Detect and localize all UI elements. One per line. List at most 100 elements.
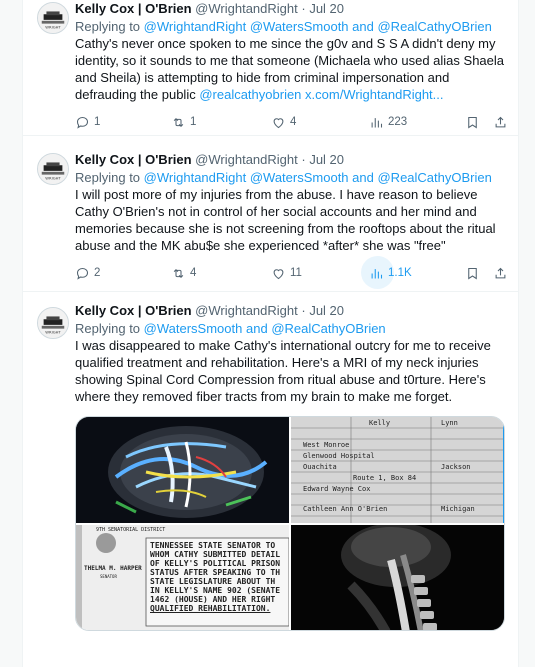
tweet-text: I will post more of my injuries from the…: [75, 186, 505, 254]
senator-letter-image[interactable]: 9TH SENATORIAL DISTRICT TENNESSEE STATE …: [76, 525, 289, 630]
author-name[interactable]: Kelly Cox | O'Brien: [75, 1, 192, 16]
like-button[interactable]: 11: [271, 263, 302, 283]
timeline-column: WRIGHT Kelly Cox | O'Brien @WrightandRig…: [22, 0, 519, 667]
brain-scan-image[interactable]: [76, 417, 289, 523]
letter-signatory: THELMA M. HARPER: [84, 565, 142, 572]
separator-dot: ·: [301, 152, 306, 167]
birth-certificate-image[interactable]: Kelly Lynn West Monroe Glenwood Hospital…: [291, 417, 504, 523]
tweet-content: Kelly Cox | O'Brien @WrightandRight · Ju…: [75, 302, 505, 405]
tweet-date[interactable]: Jul 20: [309, 152, 344, 167]
tweet-text-line: and Sheila) is attempting to hide from c…: [75, 70, 450, 85]
reply-mention-links[interactable]: @WrightandRight @WatersSmooth: [144, 170, 349, 185]
tweet-links[interactable]: @realcathyobrien x.com/WrightandRight...: [199, 87, 443, 102]
reply-mention-links[interactable]: @WrightandRight @WatersSmooth: [144, 19, 349, 34]
tweet-text-line: qualified treatment and rehabilitation. …: [75, 355, 479, 370]
brain-fiber-tract-icon: [76, 417, 289, 523]
letter-text: IN KELLY'S NAME 902 (SENATE: [150, 586, 281, 595]
share-icon: [495, 116, 506, 127]
views-icon: [371, 117, 383, 127]
tweet-header: Kelly Cox | O'Brien @WrightandRight · Ju…: [75, 151, 505, 168]
bookmark-icon: [468, 267, 477, 279]
repost-button[interactable]: 4: [171, 263, 196, 283]
letter-text: TENNESSEE STATE SENATOR TO: [150, 541, 276, 550]
separator-dot: ·: [301, 303, 306, 318]
reply-button[interactable]: 1: [75, 112, 100, 132]
bookmark-button[interactable]: [465, 263, 484, 283]
repost-count: 4: [190, 267, 197, 279]
share-button[interactable]: [493, 263, 512, 283]
like-icon: [273, 268, 284, 279]
tweet-text-segment: defrauding the public: [75, 87, 196, 102]
tweet-text: I was disappeared to make Cathy's intern…: [75, 337, 505, 405]
svg-text:WRIGHT: WRIGHT: [45, 25, 61, 29]
tweet-header: Kelly Cox | O'Brien @WrightandRight · Ju…: [75, 0, 505, 17]
reply-mention-link[interactable]: @RealCathyOBrien: [271, 321, 385, 336]
avatar[interactable]: WRIGHT: [37, 2, 69, 34]
document-text: Glenwood Hospital: [303, 452, 375, 460]
author-handle[interactable]: @WrightandRight: [195, 303, 298, 318]
author-handle[interactable]: @WrightandRight: [195, 152, 298, 167]
repost-icon: [173, 268, 184, 278]
spine-mri-image[interactable]: [291, 525, 504, 630]
reply-mention-links[interactable]: @WatersSmooth: [144, 321, 243, 336]
avatar[interactable]: WRIGHT: [37, 307, 69, 339]
replying-prefix: Replying to: [75, 321, 141, 336]
letter-text: 1462 (HOUSE) AND HER RIGHT: [150, 595, 276, 604]
tweet-text-line: identity, so it sounds to me that someon…: [75, 53, 504, 68]
views-count: 223: [388, 116, 408, 128]
repost-count: 1: [190, 116, 197, 128]
author-handle[interactable]: @WrightandRight: [195, 1, 298, 16]
views-button[interactable]: 1.1K: [361, 256, 412, 289]
reply-button[interactable]: 2: [75, 263, 100, 283]
tweet-text-line: Cathy O'Brien's not in control of her so…: [75, 204, 477, 219]
replying-prefix: Replying to: [75, 170, 141, 185]
tweet-text: Cathy's never once spoken to me since th…: [75, 35, 505, 103]
reply-and: and: [352, 19, 374, 34]
replying-to: Replying to @WatersSmooth and @RealCathy…: [75, 320, 505, 337]
share-icon: [495, 267, 506, 278]
bookmark-button[interactable]: [465, 112, 484, 132]
document-text: Edward Wayne Cox: [303, 485, 371, 493]
tweet-header: Kelly Cox | O'Brien @WrightandRight · Ju…: [75, 302, 505, 319]
spine-mri-icon: [291, 525, 504, 630]
replying-prefix: Replying to: [75, 19, 141, 34]
tweet[interactable]: WRIGHT Kelly Cox | O'Brien @WrightandRig…: [23, 0, 519, 136]
tweet[interactable]: WRIGHT Kelly Cox | O'Brien @WrightandRig…: [23, 136, 519, 292]
like-button[interactable]: 4: [271, 112, 296, 132]
replying-to: Replying to @WrightandRight @WatersSmoot…: [75, 169, 505, 186]
tweet-text-line: I was disappeared to make Cathy's intern…: [75, 338, 491, 353]
views-count: 1.1K: [388, 267, 412, 279]
tweet-date[interactable]: Jul 20: [309, 1, 344, 16]
repost-button[interactable]: 1: [171, 112, 196, 132]
separator-dot: ·: [301, 1, 306, 16]
tweet-content: Kelly Cox | O'Brien @WrightandRight · Ju…: [75, 151, 505, 254]
tweet-date[interactable]: Jul 20: [309, 303, 344, 318]
reply-icon: [76, 267, 89, 280]
tweet-text-line: Cathy's never once spoken to me since th…: [75, 36, 496, 51]
author-name[interactable]: Kelly Cox | O'Brien: [75, 303, 192, 318]
left-gutter: [0, 0, 22, 667]
reply-count: 2: [94, 267, 101, 279]
tweet-text-line: abuse and the MK abu$e she experienced *…: [75, 238, 446, 253]
author-name[interactable]: Kelly Cox | O'Brien: [75, 152, 192, 167]
share-button[interactable]: [493, 112, 512, 132]
avatar[interactable]: WRIGHT: [37, 153, 69, 185]
replying-to: Replying to @WrightandRight @WatersSmoot…: [75, 18, 505, 35]
action-bar: 2 4 11 1.1K: [75, 256, 506, 289]
letter-text: QUALIFIED REHABILITATION.: [150, 604, 271, 613]
media-grid[interactable]: Kelly Lynn West Monroe Glenwood Hospital…: [75, 416, 505, 631]
page: WRIGHT Kelly Cox | O'Brien @WrightandRig…: [0, 0, 535, 667]
svg-text:WRIGHT: WRIGHT: [45, 330, 61, 334]
document-text: Ouachita: [303, 463, 337, 471]
document-text: Route 1, Box 84: [353, 474, 417, 482]
document-text: West Monroe: [303, 441, 350, 449]
tweet-text-line: where they removed fiber tracts from my …: [75, 389, 453, 404]
views-button[interactable]: 223: [369, 112, 407, 132]
reply-count: 1: [94, 116, 101, 128]
reply-mention-link[interactable]: @RealCathyOBrien: [377, 19, 491, 34]
tweet[interactable]: WRIGHT Kelly Cox | O'Brien @WrightandRig…: [23, 292, 519, 667]
like-icon: [273, 117, 284, 128]
reply-mention-link[interactable]: @RealCathyOBrien: [377, 170, 491, 185]
views-icon: [371, 268, 383, 278]
svg-text:WRIGHT: WRIGHT: [45, 176, 61, 180]
